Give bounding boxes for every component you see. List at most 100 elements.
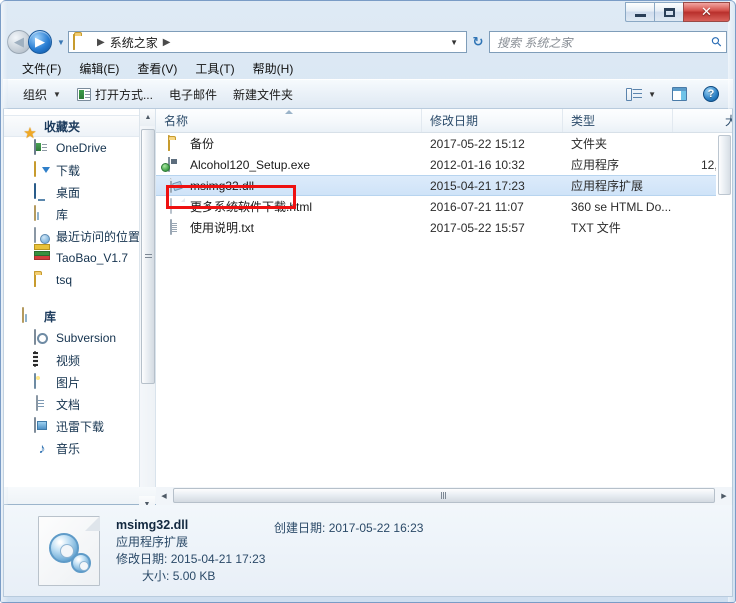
sidebar-item-label: 视频 — [56, 353, 81, 368]
change-view-button[interactable]: ▼ — [618, 85, 664, 104]
file-name-cell[interactable]: 使用说明.txt — [156, 219, 422, 236]
sidebar-item-videos[interactable]: 视频 — [4, 349, 155, 371]
sidebar-item-label: 桌面 — [56, 185, 81, 200]
sidebar-group-favorites[interactable]: ★ 收藏夹 — [4, 115, 155, 141]
preview-pane-button[interactable] — [664, 84, 695, 104]
table-row[interactable]: 使用说明.txt 2017-05-22 15:57 TXT 文件 2 K — [156, 217, 732, 238]
close-button[interactable]: ✕ — [683, 2, 730, 22]
open-with-button[interactable]: 打开方式... — [69, 83, 161, 106]
forward-arrow-icon: ▶ — [35, 34, 45, 49]
recent-places-icon — [34, 227, 50, 244]
sidebar-item-desktop[interactable]: 桌面 — [4, 181, 155, 203]
file-name-cell[interactable]: msimg32.dll — [156, 177, 422, 194]
scrollbar-thumb[interactable] — [718, 135, 731, 195]
menu-item-help[interactable]: 帮助(H) — [246, 58, 301, 79]
file-date-cell: 2017-05-22 15:12 — [430, 136, 525, 151]
column-header-name-label: 名称 — [164, 114, 189, 128]
navigation-pane: ★ 收藏夹 OneDrive 下载 桌面 库 最近访问的位置 TaoBao_V1… — [4, 109, 156, 487]
navigation-scrollbar[interactable]: ▲ — [139, 109, 155, 487]
scrollbar-thumb[interactable] — [141, 129, 155, 384]
table-row[interactable]: Alcohol120_Setup.exe 2012-01-16 10:32 应用… — [156, 154, 732, 175]
menu-item-file[interactable]: 文件(F) — [15, 58, 68, 79]
refresh-button[interactable]: ↻ — [467, 34, 489, 50]
minimize-button[interactable] — [625, 2, 654, 22]
refresh-icon: ↻ — [472, 34, 484, 49]
desktop-icon — [34, 183, 50, 200]
maximize-button[interactable] — [654, 2, 683, 22]
menu-item-tools[interactable]: 工具(T) — [188, 58, 241, 79]
new-folder-button[interactable]: 新建文件夹 — [225, 83, 301, 106]
sidebar-item-label: 下载 — [56, 163, 81, 178]
file-date-cell: 2012-01-16 10:32 — [430, 157, 525, 172]
address-bar: ◀ ▶ ▼ ▶ 系统之家 ▶ ▼ ↻ 搜索 系统之家 ⚲ — [1, 27, 735, 57]
file-name-cell[interactable]: 备份 — [156, 135, 422, 152]
address-dropdown-icon[interactable]: ▼ — [444, 38, 464, 47]
email-button[interactable]: 电子邮件 — [161, 83, 225, 106]
sidebar-item-label: Subversion — [56, 331, 117, 345]
sidebar-item-libraries-shortcut[interactable]: 库 — [4, 203, 155, 225]
folder-icon — [73, 34, 89, 50]
sidebar-item-subversion[interactable]: Subversion — [4, 327, 155, 349]
command-toolbar: 组织 ▼ 打开方式... 电子邮件 新建文件夹 ▼ ? — [3, 79, 733, 109]
video-icon — [34, 351, 50, 368]
column-header-name[interactable]: 名称 — [156, 109, 422, 132]
scroll-left-icon[interactable]: ◀ — [156, 488, 172, 504]
table-row[interactable]: 备份 2017-05-22 15:12 文件夹 — [156, 133, 732, 154]
email-label: 电子邮件 — [168, 87, 217, 102]
column-header-size[interactable]: 大小 — [673, 109, 732, 132]
scroll-up-icon[interactable]: ▲ — [140, 109, 155, 126]
documents-icon — [34, 395, 50, 412]
onedrive-icon — [34, 139, 50, 156]
navigation-list: ★ 收藏夹 OneDrive 下载 桌面 库 最近访问的位置 TaoBao_V1… — [4, 109, 155, 459]
table-row-selected[interactable]: msimg32.dll 2015-04-21 17:23 应用程序扩展 5 K — [156, 175, 732, 196]
menu-item-view[interactable]: 查看(V) — [130, 58, 184, 79]
sidebar-item-label: 图片 — [56, 375, 81, 390]
sidebar-item-recent-places[interactable]: 最近访问的位置 — [4, 225, 155, 247]
details-modified-label: 修改日期: — [116, 551, 168, 566]
file-name-cell[interactable]: 更多系统软件下载.html — [156, 198, 422, 215]
help-button[interactable]: ? — [695, 83, 727, 105]
sidebar-item-label: 文档 — [56, 397, 81, 412]
table-row[interactable]: 更多系统软件下载.html 2016-07-21 11:07 360 se HT… — [156, 196, 732, 217]
scroll-right-icon[interactable]: ▶ — [716, 488, 732, 504]
library-folder-icon — [22, 307, 38, 324]
pictures-icon — [34, 373, 50, 390]
column-header-type[interactable]: 类型 — [563, 109, 673, 132]
details-modified-value: 2015-04-21 17:23 — [170, 551, 266, 566]
sort-ascending-icon — [284, 110, 293, 114]
horizontal-scrollbar[interactable]: ◀ ▶ — [156, 486, 732, 505]
sidebar-item-documents[interactable]: 文档 — [4, 393, 155, 415]
search-box[interactable]: 搜索 系统之家 ⚲ — [489, 31, 727, 53]
sidebar-item-music[interactable]: ♪ 音乐 — [4, 437, 155, 459]
file-type-cell: 应用程序 — [571, 158, 620, 172]
sidebar-item-downloads[interactable]: 下载 — [4, 159, 155, 181]
sidebar-item-xunlei[interactable]: 迅雷下载 — [4, 415, 155, 437]
file-list-scrollbar[interactable] — [716, 133, 732, 487]
dll-icon — [168, 177, 184, 194]
file-type-cell: 文件夹 — [571, 137, 608, 151]
file-rows: 备份 2017-05-22 15:12 文件夹 Alcohol120_Setup… — [156, 133, 732, 487]
breadcrumb-separator-2[interactable]: ▶ — [158, 37, 176, 48]
column-header-date[interactable]: 修改日期 — [422, 109, 563, 132]
horizontal-scrollbar-thumb[interactable] — [173, 488, 715, 503]
file-type-cell: TXT 文件 — [571, 221, 621, 235]
dll-gear-icon — [38, 515, 100, 586]
breadcrumb[interactable]: ▶ 系统之家 ▶ ▼ — [68, 31, 467, 53]
sidebar-item-pictures[interactable]: 图片 — [4, 371, 155, 393]
sidebar-group-libraries[interactable]: 库 — [4, 305, 155, 327]
forward-button[interactable]: ▶ — [28, 30, 52, 54]
file-date-cell: 2016-07-21 11:07 — [430, 199, 524, 214]
gear-small — [71, 552, 91, 573]
file-name-cell[interactable]: Alcohol120_Setup.exe — [156, 156, 422, 173]
organize-button[interactable]: 组织 ▼ — [15, 83, 69, 106]
search-input[interactable]: 搜索 系统之家 — [497, 34, 712, 51]
sidebar-item-tsq[interactable]: tsq — [4, 269, 155, 291]
menu-item-edit[interactable]: 编辑(E) — [72, 58, 126, 79]
subversion-icon — [34, 329, 50, 346]
minimize-icon — [634, 13, 646, 17]
menu-bar: 文件(F) 编辑(E) 查看(V) 工具(T) 帮助(H) — [1, 57, 735, 79]
history-dropdown-button[interactable]: ▼ — [54, 38, 68, 47]
sidebar-item-taobao[interactable]: TaoBao_V1.7 — [4, 247, 155, 269]
breadcrumb-path-segment[interactable]: 系统之家 — [110, 34, 158, 51]
